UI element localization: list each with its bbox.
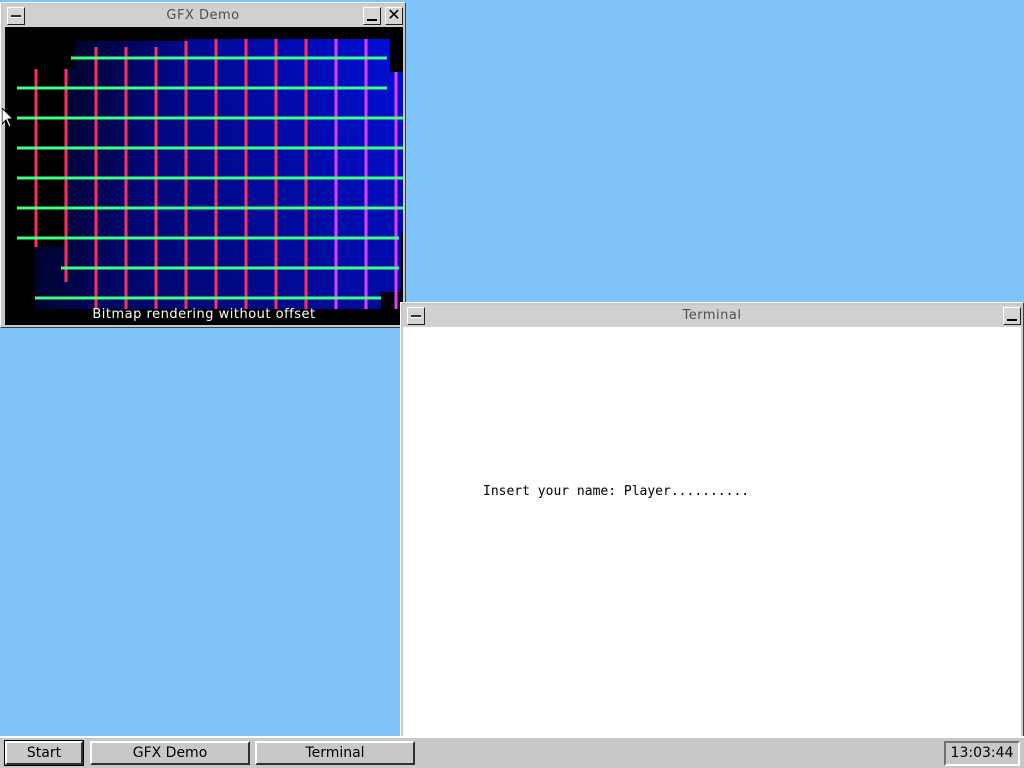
taskbar-item-terminal[interactable]: Terminal: [255, 741, 415, 765]
taskbar-item-gfx-demo[interactable]: GFX Demo: [90, 741, 250, 765]
terminal-titlebar[interactable]: Terminal: [403, 305, 1021, 327]
taskbar: Start GFX Demo Terminal 13:03:44: [0, 736, 1024, 768]
bitmap-grid-graphic: [17, 39, 403, 309]
clock: 13:03:44: [944, 741, 1020, 766]
gfx-canvas-area: Bitmap rendering without offset: [5, 27, 403, 325]
minimize-button[interactable]: [363, 7, 381, 25]
gfx-caption: Bitmap rendering without offset: [92, 307, 316, 322]
terminal-window[interactable]: Terminal Insert your name: Player.......…: [400, 302, 1024, 738]
gfx-demo-window[interactable]: GFX Demo ✕ Bitmap rendering without offs…: [0, 2, 406, 328]
mouse-cursor-icon: [2, 108, 14, 128]
gfx-demo-title: GFX Demo: [166, 8, 240, 23]
start-button[interactable]: Start: [4, 740, 84, 766]
terminal-prompt-line[interactable]: Insert your name: Player..........: [483, 484, 749, 499]
close-icon: ✕: [387, 5, 401, 24]
terminal-output-area[interactable]: Insert your name: Player..........: [403, 327, 1021, 737]
gfx-demo-titlebar[interactable]: GFX Demo ✕: [3, 5, 403, 27]
close-button[interactable]: ✕: [385, 5, 403, 25]
terminal-title: Terminal: [682, 308, 742, 323]
minimize-button[interactable]: [1003, 307, 1021, 325]
